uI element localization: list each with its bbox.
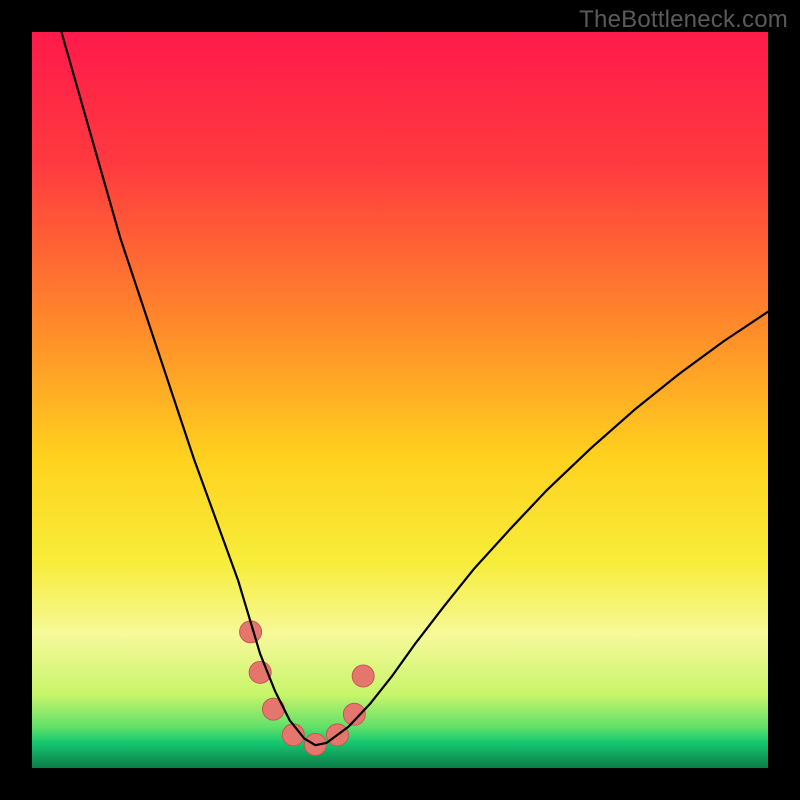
chart-frame: TheBottleneck.com (0, 0, 800, 800)
marker-layer (240, 621, 375, 756)
plot-area (32, 32, 768, 768)
chart-svg (32, 32, 768, 768)
highlight-point (352, 665, 374, 687)
watermark-text: TheBottleneck.com (579, 6, 788, 34)
bottleneck-curve (61, 32, 768, 745)
